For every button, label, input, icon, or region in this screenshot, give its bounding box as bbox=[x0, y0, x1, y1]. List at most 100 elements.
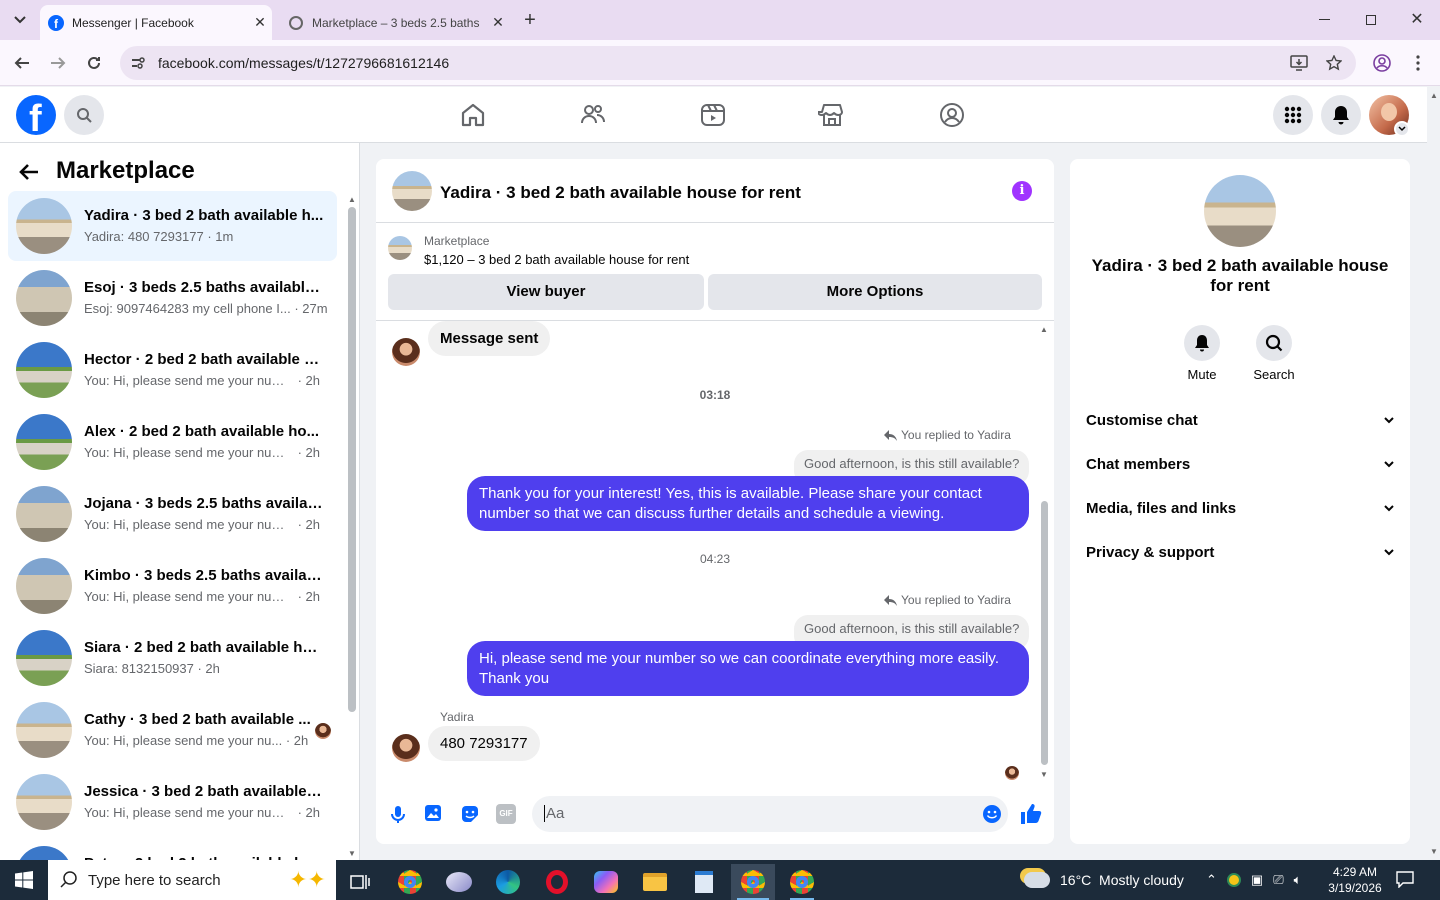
section-media-files-links[interactable]: Media, files and links bbox=[1086, 486, 1394, 530]
taskbar-chrome-profile-3[interactable] bbox=[780, 864, 824, 900]
taskbar-chrome-profile-2[interactable] bbox=[731, 864, 775, 900]
reload-button[interactable] bbox=[81, 50, 107, 76]
conversation-item[interactable]: Peter · 2 bed 2 bath available h... bbox=[8, 839, 337, 860]
timestamp: 04:23 bbox=[699, 552, 731, 566]
taskbar-edge[interactable] bbox=[486, 864, 530, 900]
sender-avatar[interactable] bbox=[392, 338, 420, 366]
nav-gaming[interactable] bbox=[938, 101, 966, 129]
message-bubble[interactable]: Message sent bbox=[428, 321, 551, 356]
view-buyer-button[interactable]: View buyer bbox=[388, 274, 704, 310]
section-chat-members[interactable]: Chat members bbox=[1086, 442, 1394, 486]
taskbar-file-explorer[interactable] bbox=[633, 864, 677, 900]
tab-search-button[interactable] bbox=[8, 8, 32, 32]
network-icon[interactable]: ⎚ bbox=[1273, 872, 1283, 888]
section-label: Customise chat bbox=[1086, 411, 1198, 429]
conversation-item[interactable]: Yadira · 3 bed 2 bath available h... Yadi… bbox=[8, 191, 337, 261]
weather-widget[interactable]: 16°C Mostly cloudy bbox=[1024, 860, 1184, 900]
tab-marketplace[interactable]: Marketplace – 3 beds 2.5 baths ✕ bbox=[280, 5, 510, 40]
taskbar-search-box[interactable]: Type here to search ✦✦ bbox=[48, 860, 336, 900]
page-scrollbar[interactable]: ▲ ▼ bbox=[1427, 87, 1440, 860]
nav-home[interactable] bbox=[459, 101, 487, 129]
message-bubble[interactable]: 480 7293177 bbox=[428, 726, 540, 761]
taskbar-copilot[interactable] bbox=[584, 864, 628, 900]
like-button[interactable] bbox=[1020, 803, 1044, 827]
maximize-button[interactable] bbox=[1360, 10, 1382, 30]
new-tab-button[interactable]: + bbox=[518, 8, 542, 32]
mute-button[interactable]: Mute bbox=[1174, 325, 1230, 382]
conversation-snippet: Siara: 8132150937 bbox=[84, 661, 194, 676]
conversation-item[interactable]: Jessica · 3 bed 2 bath available h... You… bbox=[8, 767, 337, 837]
volume-icon[interactable]: 🔈︎ bbox=[1294, 872, 1302, 888]
conversation-item[interactable]: Hector · 2 bed 2 bath available h... You:… bbox=[8, 335, 337, 405]
conversation-item[interactable]: Jojana · 3 beds 2.5 baths availab... You:… bbox=[8, 479, 337, 549]
voice-clip-button[interactable] bbox=[388, 804, 408, 824]
conversation-item[interactable]: Siara · 2 bed 2 bath available ho... Siar… bbox=[8, 623, 337, 693]
account-dropdown-button[interactable] bbox=[1394, 121, 1410, 137]
section-privacy-support[interactable]: Privacy & support bbox=[1086, 530, 1394, 574]
listing-thumbnail[interactable] bbox=[392, 171, 432, 211]
clock[interactable]: 4:29 AM 3/19/2026 bbox=[1320, 864, 1390, 896]
gif-button[interactable]: GIF bbox=[496, 804, 516, 824]
address-bar[interactable]: facebook.com/messages/t/1272796681612146 bbox=[120, 46, 1356, 80]
conversation-scrollbar[interactable]: ▲ ▼ bbox=[346, 195, 358, 860]
listing-small-thumbnail[interactable] bbox=[388, 236, 412, 260]
menu-button[interactable] bbox=[1273, 95, 1313, 135]
conversation-item[interactable]: Kimbo · 3 beds 2.5 baths availab... You: … bbox=[8, 551, 337, 621]
attach-photo-button[interactable] bbox=[424, 804, 444, 824]
reload-icon bbox=[88, 56, 100, 69]
outgoing-message-bubble[interactable]: Hi, please send me your number so we can… bbox=[467, 641, 1029, 696]
conversation-info-button[interactable]: i bbox=[1012, 181, 1032, 201]
windows-logo-icon bbox=[15, 871, 33, 889]
facebook-logo[interactable]: f bbox=[16, 95, 56, 135]
emoji-icon[interactable] bbox=[982, 804, 1002, 824]
conversation-item[interactable]: Esoj · 3 beds 2.5 baths available ... Eso… bbox=[8, 263, 337, 333]
meet-now-icon[interactable]: ▣ bbox=[1251, 872, 1263, 888]
back-button[interactable] bbox=[9, 50, 35, 76]
outgoing-message-bubble[interactable]: Thank you for your interest! Yes, this i… bbox=[467, 476, 1029, 531]
listing-source: Marketplace bbox=[424, 234, 490, 248]
section-customise-chat[interactable]: Customise chat bbox=[1086, 398, 1394, 442]
nav-video[interactable] bbox=[699, 101, 727, 129]
minimize-button[interactable] bbox=[1312, 10, 1336, 30]
bookmark-star-icon[interactable] bbox=[1326, 55, 1342, 71]
message-input[interactable]: Aa bbox=[532, 796, 1008, 832]
browser-menu-button[interactable] bbox=[1405, 50, 1431, 76]
listing-title[interactable]: $1,120 – 3 bed 2 bath available house fo… bbox=[424, 252, 689, 267]
back-button[interactable] bbox=[18, 161, 46, 189]
taskbar-chrome-profile-1[interactable] bbox=[388, 864, 432, 900]
close-tab-icon[interactable]: ✕ bbox=[486, 14, 510, 31]
conversation-item[interactable]: Alex · 2 bed 2 bath available ho... You: … bbox=[8, 407, 337, 477]
sender-avatar[interactable] bbox=[392, 734, 420, 762]
scrollbar-thumb[interactable] bbox=[1041, 501, 1048, 765]
tab-messenger[interactable]: f Messenger | Facebook ✕ bbox=[40, 5, 272, 40]
install-app-icon[interactable] bbox=[1290, 55, 1308, 71]
tray-app-icon[interactable] bbox=[1226, 873, 1241, 887]
site-info-icon[interactable] bbox=[130, 55, 146, 71]
task-view-button[interactable] bbox=[338, 864, 382, 900]
conversation-title: Hector · 2 bed 2 bath available h... bbox=[84, 351, 324, 368]
close-tab-icon[interactable]: ✕ bbox=[248, 14, 272, 31]
search-highlight-icon: ✦✦ bbox=[289, 867, 326, 892]
sticker-button[interactable] bbox=[460, 804, 480, 824]
search-icon bbox=[77, 108, 92, 123]
search-in-conversation-button[interactable]: Search bbox=[1246, 325, 1302, 382]
listing-large-thumbnail[interactable] bbox=[1204, 175, 1276, 247]
conversation-item[interactable]: Cathy · 3 bed 2 bath available ... You: H… bbox=[8, 695, 337, 765]
profile-button[interactable] bbox=[1369, 50, 1395, 76]
notification-center-button[interactable] bbox=[1396, 870, 1418, 890]
chat-scrollbar[interactable]: ▲ ▼ bbox=[1038, 325, 1050, 779]
scrollbar-thumb[interactable] bbox=[348, 207, 356, 712]
nav-marketplace[interactable] bbox=[818, 101, 846, 129]
forward-button[interactable] bbox=[45, 50, 71, 76]
more-options-button[interactable]: More Options bbox=[708, 274, 1042, 310]
chevron-up-icon[interactable]: ⌃ bbox=[1206, 872, 1217, 888]
taskbar-opera[interactable] bbox=[535, 864, 579, 900]
notifications-button[interactable] bbox=[1321, 95, 1361, 135]
start-button[interactable] bbox=[0, 860, 48, 900]
search-button[interactable] bbox=[64, 95, 104, 135]
taskbar-app-paint[interactable] bbox=[437, 864, 481, 900]
chat-title[interactable]: Yadira · 3 bed 2 bath available house fo… bbox=[440, 183, 801, 203]
taskbar-notepad[interactable] bbox=[682, 864, 726, 900]
nav-friends[interactable] bbox=[579, 101, 607, 129]
close-window-button[interactable]: ✕ bbox=[1406, 9, 1428, 31]
